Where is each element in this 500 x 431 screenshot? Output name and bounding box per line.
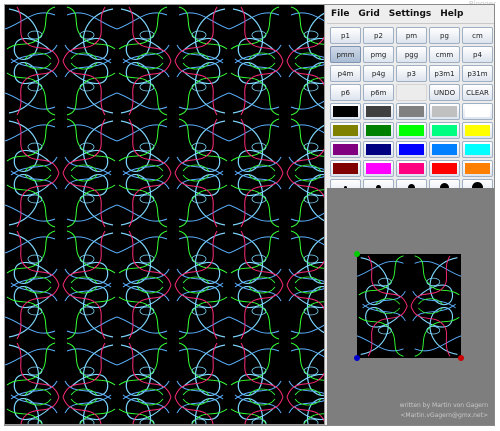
color-chip [399,163,424,174]
corner-handle-bottom-left[interactable] [354,355,360,361]
menu-settings[interactable]: Settings [389,9,431,19]
color-chip [366,106,391,117]
tiled-pattern [5,5,324,424]
color-swatch-8[interactable] [396,122,427,139]
color-swatch-7[interactable] [363,122,394,139]
color-swatch-10[interactable] [462,122,493,139]
color-chip [432,163,457,174]
color-chip [465,163,490,174]
color-swatch-18[interactable] [396,160,427,177]
menu-file[interactable]: File [331,9,349,19]
color-swatch-9[interactable] [429,122,460,139]
color-palette [327,101,494,177]
cm-button[interactable]: cm [462,27,493,44]
p2-button[interactable]: p2 [363,27,394,44]
p6-button[interactable]: p6 [330,84,361,101]
preview-pattern [357,254,461,358]
color-chip [465,125,490,136]
p4m-button[interactable]: p4m [330,65,361,82]
color-swatch-11[interactable] [330,141,361,158]
p6m-button[interactable]: p6m [363,84,394,101]
color-swatch-17[interactable] [363,160,394,177]
color-swatch-19[interactable] [429,160,460,177]
empty-button-slot [396,84,427,101]
credit-email: <Martin.vGagern@gmx.net> [400,412,488,419]
cmm-button[interactable]: cmm [429,46,460,63]
color-chip [366,125,391,136]
menu-help[interactable]: Help [440,9,463,19]
color-swatch-5[interactable] [462,103,493,120]
color-chip [465,144,490,155]
pmg-button[interactable]: pmg [363,46,394,63]
color-chip [432,125,457,136]
symmetry-group-buttons: p1 p2 pm pg cm pmm pmg pgg cmm p4 p4m p4g p3 p3m1 p31m… [327,24,494,101]
color-chip [399,144,424,155]
color-chip [366,163,391,174]
color-chip [333,125,358,136]
color-swatch-4[interactable] [429,103,460,120]
p4-button[interactable]: p4 [462,46,493,63]
credit-author: written by Martin von Gagern [399,402,488,409]
corner-handle-top-left[interactable] [354,251,360,257]
color-swatch-20[interactable] [462,160,493,177]
color-swatch-2[interactable] [363,103,394,120]
color-chip [333,163,358,174]
control-panel: File Grid Settings Help p1 p2 pm pg cm pmm pmg… [327,5,494,425]
corner-handle-bottom-right[interactable] [458,355,464,361]
menu-bar: File Grid Settings Help [327,5,494,24]
color-chip [399,106,424,117]
color-swatch-1[interactable] [330,103,361,120]
color-swatch-15[interactable] [462,141,493,158]
preview-panel: written by Martin von Gagern <Martin.vGa… [327,188,494,425]
color-chip [399,125,424,136]
pm-button[interactable]: pm [396,27,427,44]
pg-button[interactable]: pg [429,27,460,44]
color-chip [333,144,358,155]
fundamental-domain-preview[interactable] [357,254,461,358]
color-swatch-3[interactable] [396,103,427,120]
pmm-button[interactable]: pmm [330,46,361,63]
color-swatch-6[interactable] [330,122,361,139]
color-chip [333,106,358,117]
color-chip [465,106,490,117]
color-chip [432,144,457,155]
undo-button[interactable]: UNDO [429,84,460,101]
color-chip [366,144,391,155]
p3m1-button[interactable]: p3m1 [429,65,460,82]
color-chip [432,106,457,117]
color-swatch-13[interactable] [396,141,427,158]
pgg-button[interactable]: pgg [396,46,427,63]
p3-button[interactable]: p3 [396,65,427,82]
color-swatch-12[interactable] [363,141,394,158]
drawing-canvas[interactable] [4,4,325,425]
color-swatch-14[interactable] [429,141,460,158]
menu-grid[interactable]: Grid [358,9,379,19]
p4g-button[interactable]: p4g [363,65,394,82]
p1-button[interactable]: p1 [330,27,361,44]
color-swatch-16[interactable] [330,160,361,177]
clear-button[interactable]: CLEAR [462,84,493,101]
p31m-button[interactable]: p31m [462,65,493,82]
